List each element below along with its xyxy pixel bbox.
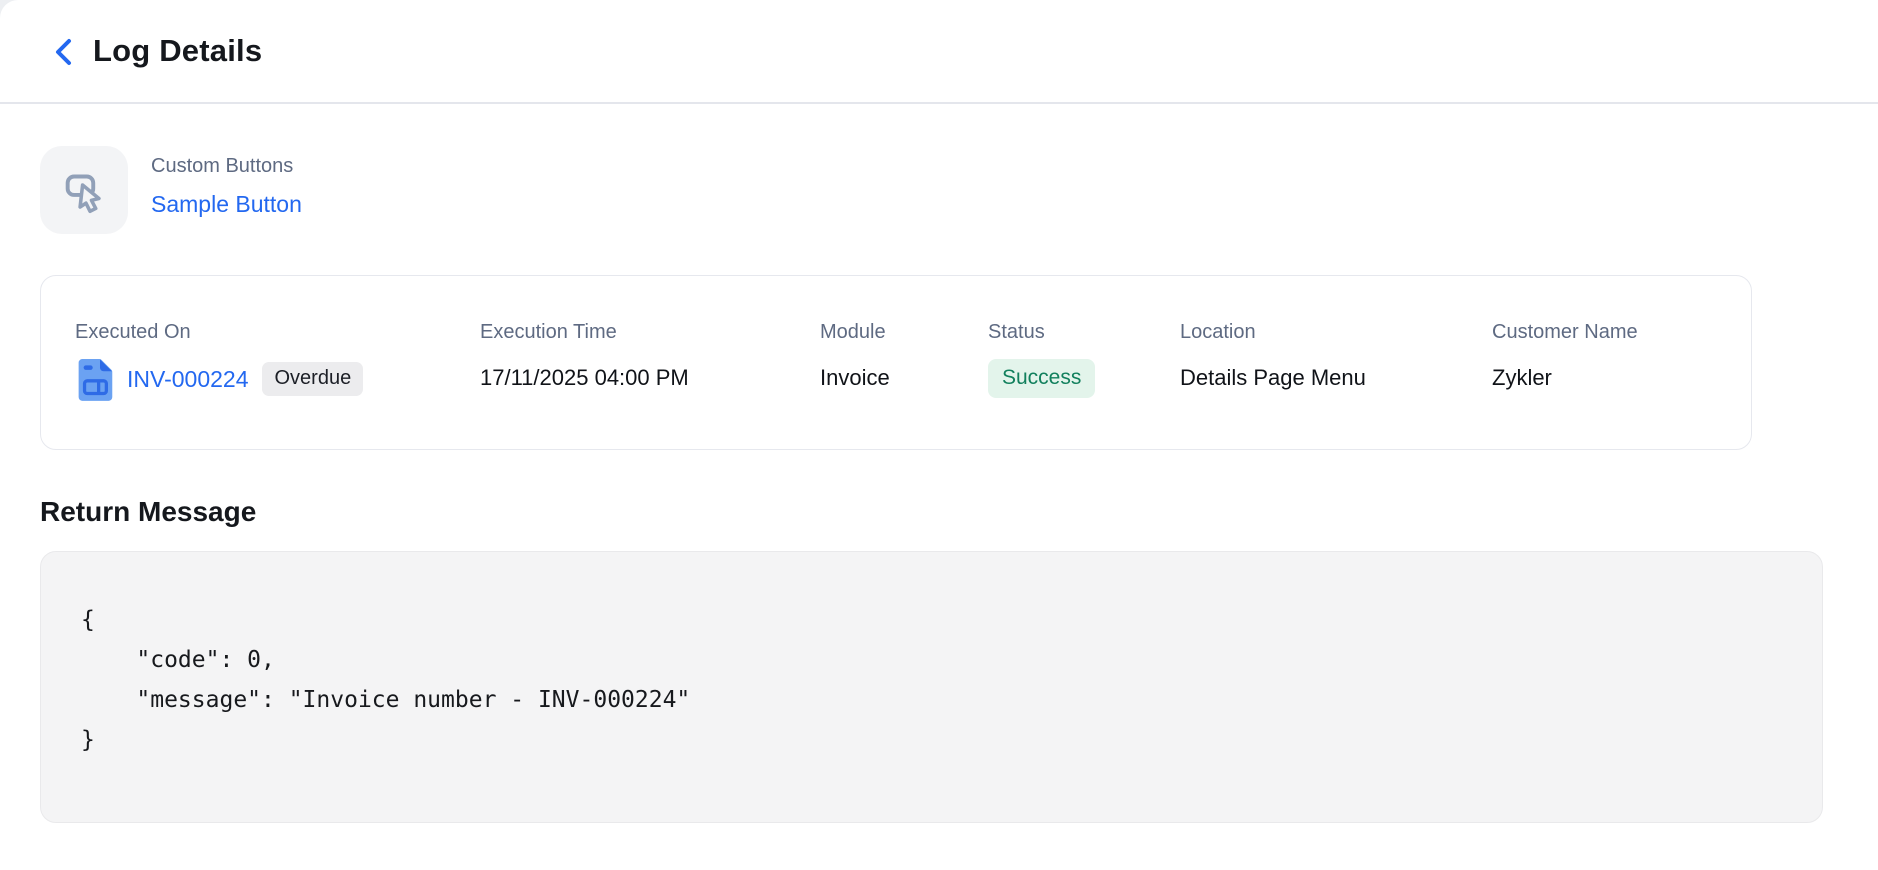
invoice-document-icon bbox=[75, 357, 115, 401]
status-value: Success bbox=[988, 357, 1180, 399]
location-value: Details Page Menu bbox=[1180, 365, 1366, 390]
field-customer-name: Customer Name Zykler bbox=[1492, 321, 1731, 399]
return-message-block: { "code": 0, "message": "Invoice number … bbox=[40, 551, 1823, 823]
customer-name-value: Zykler bbox=[1492, 365, 1552, 390]
custom-buttons-texts: Custom Buttons Sample Button bbox=[151, 146, 302, 218]
custom-buttons-section: Custom Buttons Sample Button bbox=[40, 146, 1878, 234]
return-message-code: { "code": 0, "message": "Invoice number … bbox=[81, 607, 691, 753]
custom-button-pointer-icon bbox=[57, 163, 111, 217]
executed-on-value: INV-000224 Overdue bbox=[75, 357, 480, 401]
field-execution-time: Execution Time 17/11/2025 04:00 PM bbox=[480, 321, 820, 399]
sample-button-link[interactable]: Sample Button bbox=[151, 191, 302, 218]
location-label: Location bbox=[1180, 321, 1256, 343]
field-module: Module Invoice bbox=[820, 321, 988, 399]
success-status-badge: Success bbox=[988, 358, 1096, 398]
module-value: Invoice bbox=[820, 365, 890, 390]
field-executed-on: Executed On INV-000224 Overdue bbox=[75, 321, 480, 401]
field-status: Status Success bbox=[988, 321, 1180, 399]
overdue-badge: Overdue bbox=[262, 362, 364, 396]
log-details-panel: Log Details Custom Buttons Sample Button… bbox=[0, 0, 1878, 870]
customer-name-label: Customer Name bbox=[1492, 321, 1638, 343]
custom-buttons-label: Custom Buttons bbox=[151, 155, 294, 177]
execution-time-label: Execution Time bbox=[480, 321, 617, 343]
invoice-number-link[interactable]: INV-000224 bbox=[127, 366, 248, 393]
return-message-heading: Return Message bbox=[40, 496, 257, 527]
status-label: Status bbox=[988, 321, 1045, 343]
custom-button-icon-box bbox=[40, 146, 128, 234]
page-title: Log Details bbox=[93, 33, 263, 68]
log-summary-card: Executed On INV-000224 Overdue Execution… bbox=[40, 275, 1752, 450]
execution-time-value: 17/11/2025 04:00 PM bbox=[480, 365, 689, 390]
chevron-left-icon bbox=[51, 37, 77, 67]
executed-on-label: Executed On bbox=[75, 321, 191, 343]
module-label: Module bbox=[820, 321, 886, 343]
page-header: Log Details bbox=[0, 0, 1878, 104]
field-location: Location Details Page Menu bbox=[1180, 321, 1492, 399]
back-button[interactable] bbox=[47, 35, 81, 69]
